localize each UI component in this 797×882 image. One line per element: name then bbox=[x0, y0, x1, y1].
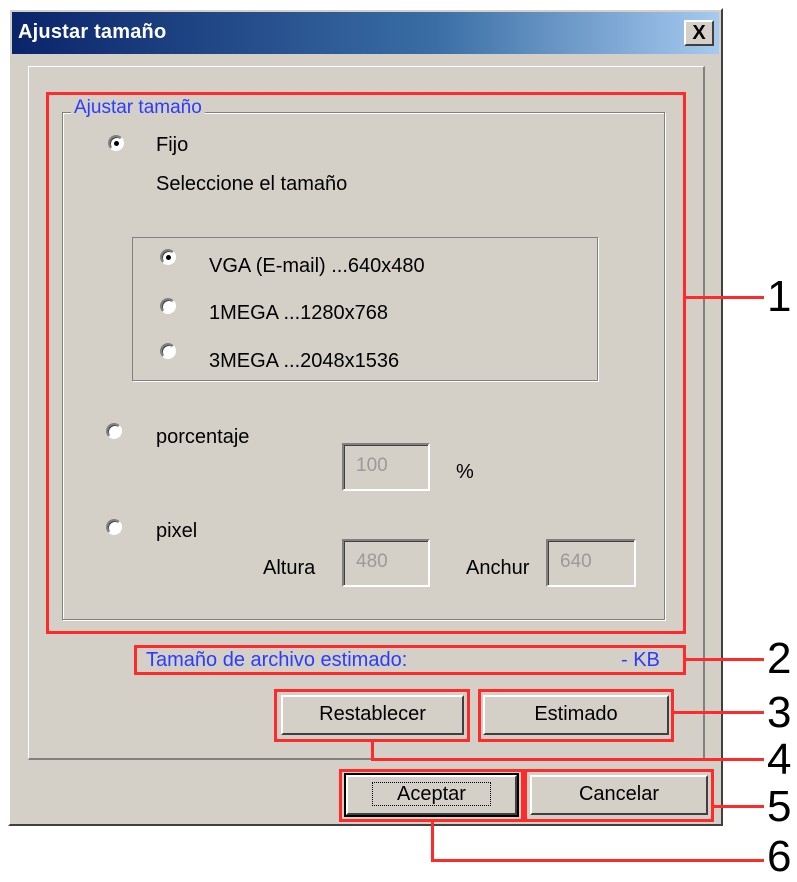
annotation-box-5 bbox=[524, 769, 714, 822]
window-title: Ajustar tamaño bbox=[18, 21, 167, 43]
title-bar: Ajustar tamaño X bbox=[12, 12, 719, 54]
annotation-box-4 bbox=[274, 689, 470, 742]
callout-number-2: 2 bbox=[767, 634, 792, 683]
annotation-box-1 bbox=[46, 92, 686, 634]
callout-line-2 bbox=[686, 658, 764, 661]
callout-number-5: 5 bbox=[767, 782, 792, 831]
callout-line-5 bbox=[714, 805, 764, 808]
callout-number-4: 4 bbox=[767, 735, 792, 784]
callout-number-1: 1 bbox=[767, 272, 792, 321]
callout-number-3: 3 bbox=[767, 688, 792, 737]
callout-line-3 bbox=[674, 711, 764, 714]
callout-line-1 bbox=[686, 296, 764, 299]
annotation-box-2 bbox=[134, 645, 686, 675]
annotation-box-6 bbox=[339, 769, 524, 822]
callout-line-6b bbox=[431, 859, 764, 862]
callout-line-6a bbox=[431, 822, 434, 862]
callout-line-4b bbox=[371, 758, 764, 761]
close-icon: X bbox=[692, 22, 706, 44]
close-button[interactable]: X bbox=[684, 20, 714, 46]
callout-number-6: 6 bbox=[767, 832, 792, 881]
annotation-box-3 bbox=[478, 689, 674, 742]
